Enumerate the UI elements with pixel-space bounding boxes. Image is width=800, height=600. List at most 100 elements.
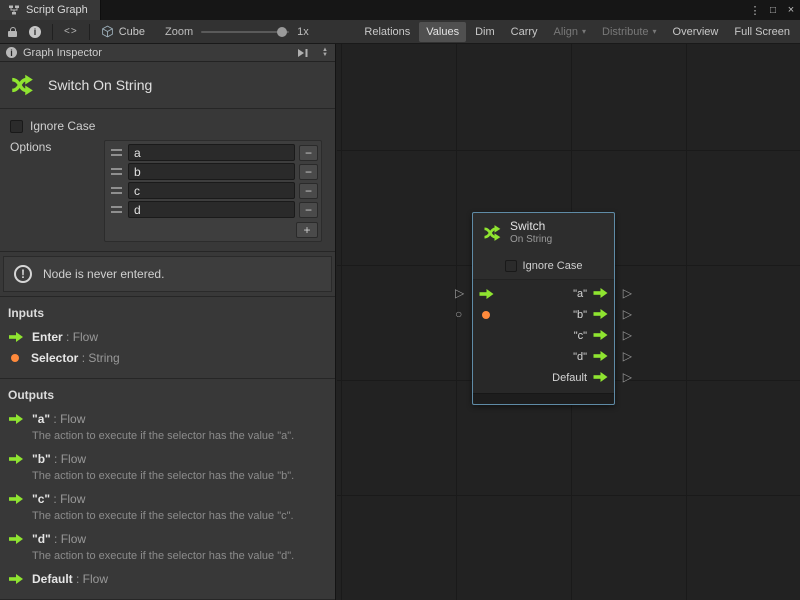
ignore-case-label: Ignore Case <box>30 119 95 133</box>
output-port[interactable] <box>593 285 608 303</box>
align-button[interactable]: Align ▾ <box>547 22 593 42</box>
graph-toolbar: i <> Cube Zoom 1x Relations Values Dim C… <box>0 20 800 44</box>
tab-label: Script Graph <box>26 4 88 16</box>
value-port-icon <box>11 354 19 362</box>
values-button[interactable]: Values <box>419 22 466 42</box>
inspector-header: i Graph Inspector ▲ ▼ <box>0 44 335 62</box>
node-header[interactable]: Switch On String <box>473 213 614 253</box>
graph-canvas[interactable]: ▷ ○ ▷ ▷ ▷ ▷ ▷ Switch On String Ignore Ca… <box>337 44 800 600</box>
carry-button[interactable]: Carry <box>504 22 545 42</box>
add-option-button[interactable]: + <box>296 222 318 238</box>
option-input[interactable] <box>128 182 295 199</box>
scroll-down-icon[interactable]: ▼ <box>322 53 328 58</box>
zoom-slider-knob[interactable] <box>277 27 287 37</box>
maximize-icon[interactable]: □ <box>764 0 782 20</box>
inputs-heading: Inputs <box>8 306 335 320</box>
port-row: "d" <box>479 346 608 367</box>
flow-output-handle-icon[interactable]: ▷ <box>623 371 632 383</box>
output-port[interactable] <box>593 327 608 345</box>
ignore-case-row[interactable]: Ignore Case <box>10 119 335 133</box>
panel-scroll-arrows[interactable]: ▲ ▼ <box>319 48 331 58</box>
flow-output-handle-icon[interactable]: ▷ <box>623 329 632 341</box>
remove-option-button[interactable]: − <box>299 145 318 161</box>
output-row: "c" : Flow <box>8 492 335 506</box>
graph-owner-button[interactable]: Cube <box>95 25 151 38</box>
value-input-handle-icon[interactable]: ○ <box>455 308 462 320</box>
input-row: Selector : String <box>8 351 335 365</box>
output-row: "a" : Flow <box>8 412 335 426</box>
remove-option-button[interactable]: − <box>299 183 318 199</box>
port-label: "a" <box>498 288 593 300</box>
remove-option-button[interactable]: − <box>299 164 318 180</box>
selector-port[interactable] <box>479 311 498 319</box>
dock-icon[interactable] <box>297 48 309 58</box>
flow-input-handle-icon[interactable]: ▷ <box>455 287 464 299</box>
relations-button[interactable]: Relations <box>357 22 417 42</box>
window-menu-icon[interactable]: ⋮ <box>746 0 764 20</box>
distribute-button[interactable]: Distribute ▾ <box>595 22 663 42</box>
port-name: Default <box>32 572 73 586</box>
output-port[interactable] <box>593 306 608 324</box>
port-description: The action to execute if the selector ha… <box>32 430 325 442</box>
flow-output-handle-icon[interactable]: ▷ <box>623 308 632 320</box>
option-input[interactable] <box>128 163 295 180</box>
lock-glyph <box>8 27 17 37</box>
zoom-slider[interactable] <box>201 31 289 33</box>
fullscreen-button[interactable]: Full Screen <box>727 22 797 42</box>
flow-arrow-icon <box>8 534 24 544</box>
zoom-value[interactable]: 1x <box>297 26 309 38</box>
dim-button[interactable]: Dim <box>468 22 502 42</box>
info-toggle-button[interactable]: i <box>24 23 46 41</box>
unit-title-section: Switch On String <box>0 62 335 109</box>
switch-on-string-node[interactable]: ▷ ○ ▷ ▷ ▷ ▷ ▷ Switch On String Ignore Ca… <box>472 212 615 405</box>
flow-arrow-icon <box>8 494 24 504</box>
port-row: "b" <box>479 304 608 325</box>
close-icon[interactable]: × <box>782 0 800 20</box>
overview-button[interactable]: Overview <box>666 22 726 42</box>
output-port[interactable] <box>593 348 608 366</box>
ignore-case-checkbox[interactable] <box>10 120 23 133</box>
graph-inspector-panel: i Graph Inspector ▲ ▼ Switch On String I… <box>0 44 336 600</box>
options-label: Options <box>0 140 104 154</box>
add-option-row: + <box>108 221 318 239</box>
option-input[interactable] <box>128 144 295 161</box>
flow-output-handle-icon[interactable]: ▷ <box>623 350 632 362</box>
inspector-title: Graph Inspector <box>23 47 291 59</box>
drag-handle-icon[interactable] <box>111 206 122 213</box>
graph-icon <box>8 4 20 16</box>
flow-output-handle-icon[interactable]: ▷ <box>623 287 632 299</box>
enter-port[interactable] <box>479 289 498 299</box>
titlebar-spacer <box>101 0 746 20</box>
port-label: "b" <box>498 309 593 321</box>
code-icon[interactable]: <> <box>59 23 83 41</box>
output-row: Default : Flow <box>8 572 335 586</box>
lock-icon[interactable] <box>3 23 22 41</box>
titlebar: Script Graph ⋮ □ × <box>0 0 800 20</box>
tab-script-graph[interactable]: Script Graph <box>0 0 101 20</box>
node-ignore-case-checkbox[interactable] <box>505 260 517 272</box>
outputs-heading: Outputs <box>8 388 335 402</box>
port-name: Selector <box>31 351 78 365</box>
node-subtitle: On String <box>510 233 552 246</box>
inspector-info-icon: i <box>6 47 17 58</box>
node-ignore-case-label: Ignore Case <box>523 260 583 272</box>
drag-handle-icon[interactable] <box>111 168 122 175</box>
option-input[interactable] <box>128 201 295 218</box>
node-ignore-case-row[interactable]: Ignore Case <box>473 253 614 279</box>
flow-arrow-icon <box>593 351 608 361</box>
flow-arrow-icon <box>593 330 608 340</box>
output-port[interactable] <box>593 369 608 387</box>
node-ports: "a" "b" "c" <box>473 279 614 393</box>
remove-option-button[interactable]: − <box>299 202 318 218</box>
script-graph-window: Script Graph ⋮ □ × i <> Cube Zoom <box>0 0 800 600</box>
drag-handle-icon[interactable] <box>111 187 122 194</box>
drag-handle-icon[interactable] <box>111 149 122 156</box>
switch-icon <box>481 223 503 243</box>
flow-arrow-icon <box>8 332 24 342</box>
info-icon: i <box>29 26 41 38</box>
output-row: "d" : Flow <box>8 532 335 546</box>
chevron-down-icon: ▾ <box>653 27 657 36</box>
port-type: : Flow <box>50 492 85 506</box>
port-label: "c" <box>498 330 593 342</box>
port-name: "d" <box>32 532 51 546</box>
